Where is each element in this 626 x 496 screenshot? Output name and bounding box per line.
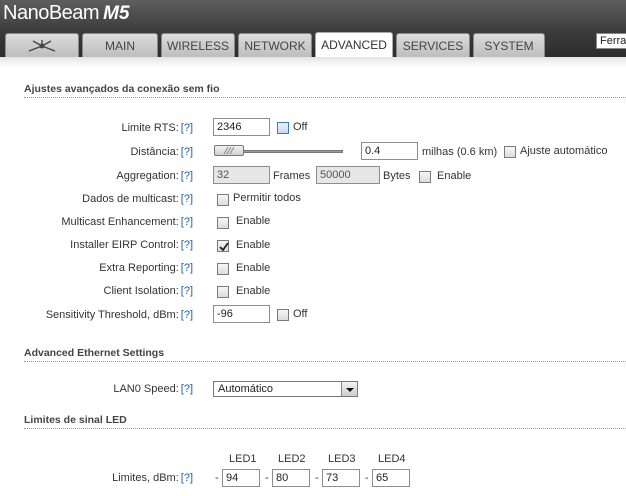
tab-wireless[interactable]: WIRELESS: [161, 33, 235, 57]
rts-help-link[interactable]: [?]: [181, 122, 193, 134]
rts-off-label: Off: [293, 121, 308, 133]
rts-off-checkbox[interactable]: [277, 122, 289, 134]
aggregation-frames-input[interactable]: 32: [213, 166, 270, 184]
led4-header: LED4: [378, 453, 406, 465]
distance-unit-label: milhas (0.6 km): [422, 146, 498, 158]
extra-reporting-enable-label: Enable: [236, 262, 271, 274]
led1-input[interactable]: 94: [222, 469, 260, 487]
installer-eirp-enable-label: Enable: [236, 239, 271, 251]
tab-main[interactable]: MAIN: [82, 33, 158, 57]
product-logo: NanoBeam M5: [3, 2, 129, 25]
installer-eirp-label: Installer EIRP Control:: [70, 239, 179, 251]
led2-header: LED2: [278, 453, 306, 465]
checkmark-icon: [219, 242, 229, 252]
ubiquiti-logo-icon: [27, 40, 57, 56]
led3-input[interactable]: 73: [322, 469, 360, 487]
lan0-speed-value: Automático: [218, 383, 274, 395]
aggregation-label: Aggregation:: [116, 170, 179, 182]
led-limits-label-row: Limites, dBm: [?]: [0, 472, 193, 484]
distance-auto-label: Ajuste automático: [520, 145, 608, 157]
sensitivity-label: Sensitivity Threshold, dBm:: [45, 309, 179, 321]
client-isolation-enable-label: Enable: [236, 285, 271, 297]
led2-input[interactable]: 80: [272, 469, 310, 487]
installer-eirp-label-row: Installer EIRP Control: [?]: [0, 239, 193, 251]
distance-input[interactable]: 0.4: [361, 142, 418, 160]
wireless-section-title: Ajustes avançados da conexão sem fio: [24, 83, 220, 95]
led4-input[interactable]: 65: [372, 469, 410, 487]
multicast-enh-help-link[interactable]: [?]: [181, 216, 193, 228]
led1-dash: -: [215, 472, 219, 484]
extra-reporting-label-row: Extra Reporting: [?]: [0, 262, 193, 274]
distance-slider-handle[interactable]: [214, 145, 244, 156]
multicast-label-row: Dados de multicast: [?]: [0, 193, 193, 205]
multicast-enh-enable-label: Enable: [236, 215, 271, 227]
led3-header: LED3: [328, 453, 356, 465]
model-name: M5: [103, 3, 130, 24]
led1-header: LED1: [229, 453, 257, 465]
led-limits-label: Limites, dBm:: [112, 472, 179, 484]
lan0-speed-select[interactable]: Automático: [213, 381, 358, 397]
aggregation-frames-label: Frames: [273, 170, 311, 182]
led4-dash: -: [365, 472, 369, 484]
sensitivity-off-label: Off: [293, 308, 308, 320]
aggregation-label-row: Aggregation: [?]: [0, 170, 193, 182]
aggregation-help-link[interactable]: [?]: [181, 170, 193, 182]
distance-label: Distância:: [130, 146, 179, 158]
sensitivity-label-row: Sensitivity Threshold, dBm: [?]: [0, 309, 193, 321]
led2-dash: -: [265, 472, 269, 484]
multicast-allow-all-checkbox[interactable]: [217, 194, 229, 206]
rts-input[interactable]: 2346: [213, 118, 270, 136]
client-isolation-checkbox[interactable]: [217, 286, 229, 298]
distance-help-link[interactable]: [?]: [181, 146, 193, 158]
installer-eirp-help-link[interactable]: [?]: [181, 239, 193, 251]
lan0-help-link[interactable]: [?]: [181, 383, 193, 395]
client-isolation-label-row: Client Isolation: [?]: [0, 285, 193, 297]
tools-dropdown[interactable]: Ferra: [596, 33, 626, 49]
installer-eirp-checkbox[interactable]: [217, 240, 229, 252]
aggregation-bytes-label: Bytes: [383, 170, 411, 182]
aggregation-enable-checkbox[interactable]: [419, 171, 431, 183]
tab-network[interactable]: NETWORK: [238, 33, 312, 57]
multicast-help-link[interactable]: [?]: [181, 193, 193, 205]
multicast-enh-label: Multicast Enhancement:: [61, 216, 179, 228]
rts-label: Limite RTS:: [121, 122, 179, 134]
led-limits-help-link[interactable]: [?]: [181, 472, 193, 484]
aggregation-bytes-input[interactable]: 50000: [316, 166, 380, 184]
aggregation-enable-label: Enable: [437, 170, 472, 182]
client-isolation-help-link[interactable]: [?]: [181, 285, 193, 297]
tab-advanced[interactable]: ADVANCED: [315, 32, 393, 57]
extra-reporting-label: Extra Reporting:: [99, 262, 179, 274]
brand-name: NanoBeam: [3, 2, 100, 24]
multicast-enh-checkbox[interactable]: [217, 217, 229, 229]
multicast-allow-all-label: Permitir todos: [233, 192, 301, 204]
distance-auto-checkbox[interactable]: [504, 146, 516, 158]
header-bar: NanoBeam M5 MAIN WIRELESS NETWORK ADVANCE…: [0, 0, 626, 57]
extra-reporting-checkbox[interactable]: [217, 263, 229, 275]
multicast-enh-label-row: Multicast Enhancement: [?]: [0, 216, 193, 228]
section-divider: [24, 361, 626, 362]
sensitivity-off-checkbox[interactable]: [277, 309, 289, 321]
content-top-band: [0, 57, 626, 67]
section-divider: [24, 428, 626, 429]
rts-label-row: Limite RTS: [?]: [0, 122, 194, 134]
led-section-title: Limites de sinal LED: [24, 414, 127, 426]
distance-label-row: Distância: [?]: [0, 146, 193, 158]
lan0-label-row: LAN0 Speed: [?]: [0, 383, 193, 395]
ethernet-section-title: Advanced Ethernet Settings: [24, 347, 165, 359]
sensitivity-input[interactable]: -96: [213, 305, 270, 323]
tab-system[interactable]: SYSTEM: [473, 33, 545, 57]
sensitivity-help-link[interactable]: [?]: [181, 309, 193, 321]
multicast-label: Dados de multicast:: [82, 193, 179, 205]
tab-ubiquiti-logo[interactable]: [5, 33, 79, 57]
client-isolation-label: Client Isolation:: [103, 285, 179, 297]
tab-services[interactable]: SERVICES: [396, 33, 470, 57]
lan0-label: LAN0 Speed:: [113, 383, 179, 395]
section-divider: [24, 97, 626, 98]
led3-dash: -: [315, 472, 319, 484]
chevron-down-icon: [341, 382, 357, 396]
extra-reporting-help-link[interactable]: [?]: [181, 262, 193, 274]
